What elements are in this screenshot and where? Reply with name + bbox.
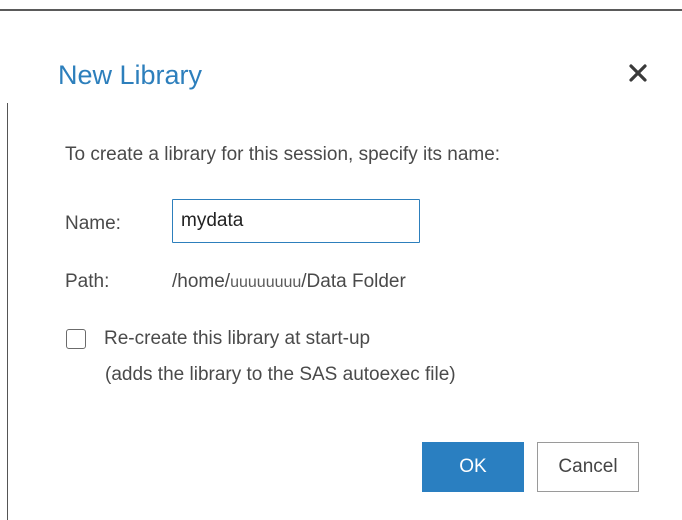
name-label: Name: xyxy=(65,213,121,234)
screen: New Library To create a library for this… xyxy=(0,0,682,520)
recreate-checkbox[interactable] xyxy=(66,329,86,349)
path-user: uuuuuuuu xyxy=(230,274,302,291)
ok-button[interactable]: OK xyxy=(422,442,524,492)
close-button[interactable] xyxy=(623,58,653,88)
recreate-checkbox-label[interactable]: Re-create this library at start-up xyxy=(104,327,370,351)
close-icon xyxy=(629,64,647,82)
dialog-instruction: To create a library for this session, sp… xyxy=(65,144,501,165)
library-name-input[interactable] xyxy=(172,199,420,243)
path-label: Path: xyxy=(65,271,110,292)
path-prefix: /home/ xyxy=(172,271,231,292)
dialog-title: New Library xyxy=(58,60,203,90)
new-library-dialog: New Library To create a library for this… xyxy=(8,11,682,520)
recreate-checkbox-hint: (adds the library to the SAS autoexec fi… xyxy=(105,364,456,385)
path-suffix: /Data Folder xyxy=(301,271,406,292)
cancel-button[interactable]: Cancel xyxy=(537,442,639,492)
path-value: /home/uuuuuuuu/Data Folder xyxy=(172,270,406,295)
